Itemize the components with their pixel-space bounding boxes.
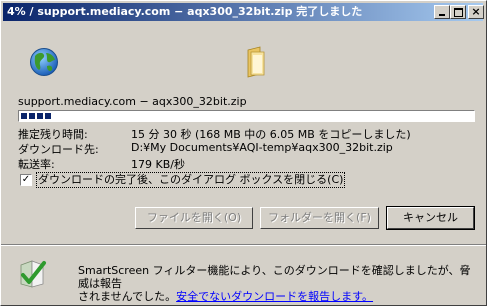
checkmark-icon: ✓ — [21, 174, 31, 185]
title-bar[interactable]: 4% / support.mediacy.com − aqx300_32bit.… — [3, 3, 484, 21]
download-progress-bar — [18, 110, 475, 122]
progress-block — [29, 113, 35, 119]
smartscreen-message: SmartScreen フィルター機能により、このダウンロードを確認しましたが、… — [78, 264, 478, 303]
close-icon: × — [471, 5, 481, 18]
download-source-line: support.mediacy.com − aqx300_32bit.zip — [18, 95, 247, 108]
smartscreen-shield-icon — [20, 260, 46, 288]
destination-label: ダウンロード先: — [18, 143, 99, 156]
time-remaining-value: 15 分 30 秒 (168 MB 中の 6.05 MB をコピーしました) — [131, 128, 411, 141]
close-on-complete-checkbox[interactable]: ✓ — [20, 174, 32, 186]
progress-block — [45, 113, 51, 119]
divider — [1, 244, 486, 246]
progress-block — [21, 113, 27, 119]
cancel-button[interactable]: キャンセル — [386, 206, 475, 230]
window-title: 4% / support.mediacy.com − aqx300_32bit.… — [7, 5, 363, 18]
smartscreen-line2: されませんでした。 — [78, 290, 177, 303]
globe-icon — [30, 48, 58, 76]
maximize-icon — [451, 6, 465, 18]
download-dialog: 4% / support.mediacy.com − aqx300_32bit.… — [0, 0, 487, 306]
folder-icon — [247, 46, 265, 78]
progress-block — [37, 113, 43, 119]
maximize-button[interactable] — [450, 5, 466, 19]
destination-value: D:¥My Documents¥AQI-temp¥aqx300_32bit.zi… — [131, 141, 393, 154]
minimize-button[interactable] — [434, 5, 450, 19]
transfer-rate-label: 転送率: — [18, 158, 55, 171]
close-on-complete-label[interactable]: ダウンロードの完了後、このダイアログ ボックスを閉じる(C) — [36, 172, 346, 188]
minimize-icon — [435, 6, 449, 18]
time-remaining-label: 推定残り時間: — [18, 128, 88, 141]
report-unsafe-download-link[interactable]: 安全でないダウンロードを報告します。 — [176, 290, 373, 303]
close-button[interactable]: × — [468, 5, 484, 19]
transfer-rate-value: 179 KB/秒 — [131, 158, 185, 171]
smartscreen-line1: SmartScreen フィルター機能により、このダウンロードを確認しましたが、… — [78, 264, 471, 290]
open-folder-button[interactable]: フォルダーを開く(F) — [260, 207, 379, 229]
open-file-button[interactable]: ファイルを開く(O) — [135, 207, 253, 229]
